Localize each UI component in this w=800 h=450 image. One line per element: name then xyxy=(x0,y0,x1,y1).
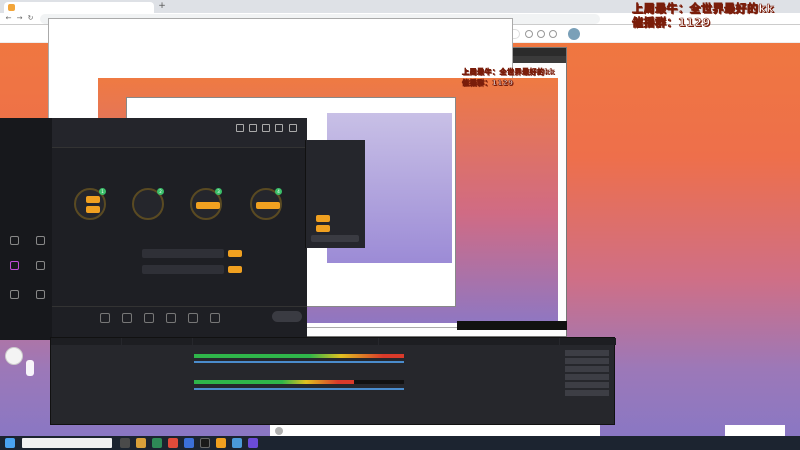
minimize-icon[interactable] xyxy=(275,124,283,132)
start-recording-button[interactable] xyxy=(565,358,609,364)
menu-icon[interactable] xyxy=(262,124,270,132)
obs-scenes-header xyxy=(51,338,121,345)
explorer-icon[interactable] xyxy=(136,438,146,448)
exit-button[interactable] xyxy=(565,390,609,396)
stream-key-field[interactable] xyxy=(142,265,224,274)
app-header xyxy=(52,118,307,148)
footer-tool-icon-4[interactable] xyxy=(188,313,198,323)
volume-slider[interactable] xyxy=(194,361,404,363)
step-1-button-b[interactable] xyxy=(86,206,100,213)
obs-icon[interactable] xyxy=(200,438,210,448)
step-2: 2 xyxy=(132,188,164,220)
sidebar-manage-icon[interactable] xyxy=(36,261,45,270)
avatar xyxy=(275,427,283,435)
step-2-text xyxy=(139,201,161,208)
nested-overlay-text-group: 催播群：1129 xyxy=(462,79,514,88)
windows-start-icon[interactable] xyxy=(5,438,15,448)
app-icon[interactable] xyxy=(216,438,226,448)
forward-icon[interactable]: → xyxy=(15,14,24,23)
footer-tool-icon-5[interactable] xyxy=(210,313,220,323)
step-4: 4 xyxy=(250,188,282,220)
favicon-icon xyxy=(8,4,15,11)
app-footer-toolbar xyxy=(52,306,307,336)
virtual-camera-button[interactable] xyxy=(565,366,609,372)
audio-meter xyxy=(194,354,404,358)
third-party-stream-panel: 1 2 3 4 xyxy=(60,168,305,318)
plugin-button-2[interactable] xyxy=(311,235,359,242)
page-right-strip xyxy=(725,425,785,436)
step-1-button-a[interactable] xyxy=(86,196,100,203)
app-icon[interactable] xyxy=(232,438,242,448)
history-icon[interactable] xyxy=(525,30,533,38)
obs-controls-header xyxy=(560,338,616,345)
step-1: 1 xyxy=(74,188,106,220)
close-icon[interactable] xyxy=(289,124,297,132)
obs-sources-header xyxy=(122,338,192,345)
page-comment-strip xyxy=(270,425,600,436)
volume-slider[interactable] xyxy=(194,388,404,390)
footer-tool-icon-1[interactable] xyxy=(122,313,132,323)
nested-overlay-text-top: 上周最牛：全世界最好的kk xyxy=(462,68,555,77)
sidebar-effect-icon[interactable] xyxy=(10,261,19,270)
new-tab-button[interactable]: + xyxy=(157,1,167,11)
step-3-button[interactable] xyxy=(196,202,220,209)
obs-mixer-header xyxy=(193,338,378,345)
stream-key-copy-button[interactable] xyxy=(228,266,242,273)
skin-icon[interactable] xyxy=(236,124,244,132)
footer-tool-icon-3[interactable] xyxy=(166,313,176,323)
windows-taskbar xyxy=(0,436,800,450)
rtmp-address-field[interactable] xyxy=(142,249,224,258)
avatar[interactable] xyxy=(568,28,580,40)
footer-tool-icon-2[interactable] xyxy=(144,313,154,323)
chat-message xyxy=(26,360,34,376)
plugin-popup xyxy=(305,140,365,248)
step-4-button[interactable] xyxy=(256,202,280,209)
sidebar-tools-icon[interactable] xyxy=(36,290,45,299)
start-streaming-button[interactable] xyxy=(565,350,609,356)
footer-tool-icon-0[interactable] xyxy=(100,313,110,323)
audio-meter xyxy=(194,380,354,384)
obs-stats-header xyxy=(379,338,559,345)
app-icon[interactable] xyxy=(248,438,258,448)
step-num: 2 xyxy=(157,188,164,195)
chat-avatar xyxy=(5,347,23,365)
app-icon[interactable] xyxy=(152,438,162,448)
app-sidebar xyxy=(0,118,52,340)
back-icon[interactable]: ← xyxy=(4,14,13,23)
overlay-text-group: 催播群：1129 xyxy=(632,16,711,30)
plugin-button-1[interactable] xyxy=(316,225,330,232)
message-icon[interactable] xyxy=(549,30,557,38)
rtmp-copy-button[interactable] xyxy=(228,250,242,257)
nested-taskbar xyxy=(457,321,567,330)
app-icon[interactable] xyxy=(184,438,194,448)
settings-button[interactable] xyxy=(565,382,609,388)
step-num: 1 xyxy=(99,188,106,195)
sidebar-live-icon[interactable] xyxy=(36,236,45,245)
follow-icon[interactable] xyxy=(537,30,545,38)
step-num: 3 xyxy=(215,188,222,195)
reload-icon[interactable]: ↻ xyxy=(26,14,35,23)
sidebar-data-icon[interactable] xyxy=(10,290,19,299)
stream-assistant-window: 1 2 3 4 xyxy=(0,118,307,340)
studio-mode-button[interactable] xyxy=(565,374,609,380)
settings-icon[interactable] xyxy=(249,124,257,132)
app-icon[interactable] xyxy=(168,438,178,448)
taskview-icon[interactable] xyxy=(120,438,130,448)
step-3: 3 xyxy=(190,188,222,220)
obs-panel xyxy=(50,337,616,425)
sidebar-anchor-icon[interactable] xyxy=(10,236,19,245)
browser-tab[interactable] xyxy=(4,2,154,13)
plugin-button-0[interactable] xyxy=(316,215,330,222)
start-stream-button[interactable] xyxy=(272,311,302,322)
step-num: 4 xyxy=(275,188,282,195)
taskbar-search-input[interactable] xyxy=(22,438,112,448)
